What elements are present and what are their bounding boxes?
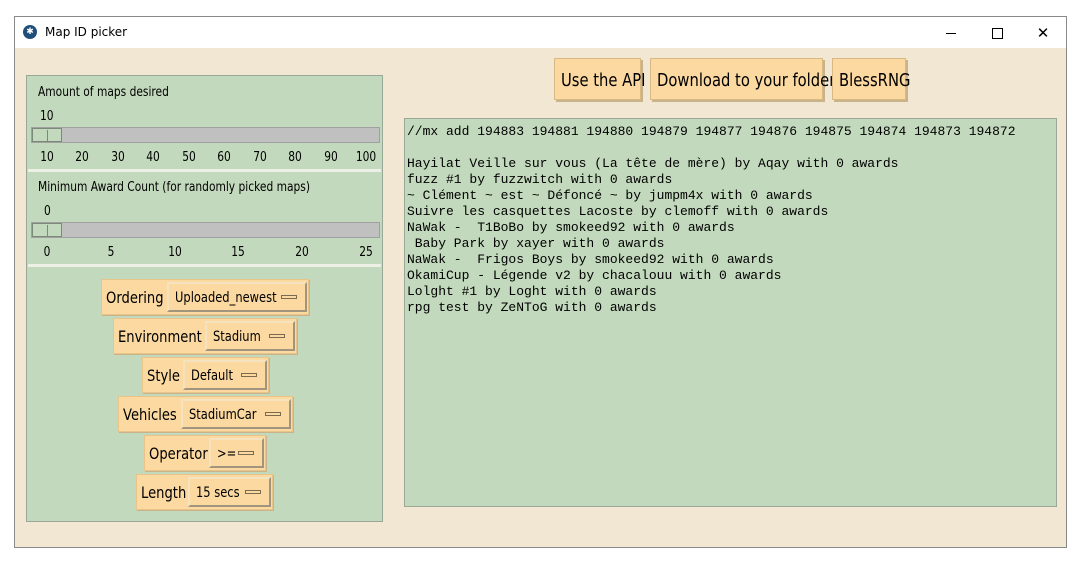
maximize-icon <box>991 28 1003 39</box>
output-line: Hayilat Veille sur vous (La tête de mère… <box>407 156 899 171</box>
maps-slider-ticks: 10 20 30 40 50 60 70 80 90 100 <box>28 150 381 166</box>
download-label: Download to your folder <box>657 70 836 91</box>
maps-slider-tick-label: 80 <box>288 150 302 165</box>
output-line: NaWak - Frigos Boys by smokeed92 with 0 … <box>407 252 774 267</box>
output-line: Suivre les casquettes Lacoste by clemoff… <box>407 204 829 219</box>
maps-slider-tick-label: 70 <box>252 150 267 165</box>
dropdown-indicator-icon <box>269 334 285 338</box>
maps-slider-box: Amount of maps desired 10 10 20 30 40 50 60 70… <box>28 77 381 172</box>
awards-slider-tick-label: 10 <box>167 245 182 260</box>
maps-slider-tick-label: 60 <box>217 150 232 165</box>
minimize-button[interactable] <box>928 17 974 48</box>
maps-slider-tick-label: 20 <box>75 150 90 165</box>
use-api-button[interactable]: Use the API <box>554 58 646 100</box>
awards-slider-tick-label: 25 <box>359 245 373 260</box>
awards-slider-label: Minimum Award Count (for randomly picked… <box>38 180 310 195</box>
output-line: rpg test by ZeNToG with 0 awards <box>407 300 657 315</box>
environment-label: Environment <box>118 327 202 346</box>
ordering-menu[interactable]: Uploaded_newest <box>167 282 307 312</box>
environment-menu[interactable]: Stadium <box>205 321 295 351</box>
awards-slider-value: 0 <box>44 204 51 219</box>
window-title: Map ID picker <box>45 25 128 39</box>
output-line: Baby Park by xayer with 0 awards <box>407 236 665 251</box>
output-textarea[interactable]: //mx add 194883 194881 194880 194879 194… <box>404 118 1057 507</box>
download-button[interactable]: Download to your folder <box>650 58 835 100</box>
dropdown-indicator-icon <box>238 451 254 455</box>
close-icon: ✕ <box>1036 24 1050 42</box>
output-line: OkamiCup - Légende v2 by chacalouu with … <box>407 268 782 283</box>
operator-value: >= <box>217 446 237 462</box>
maps-slider-tick-label: 90 <box>323 150 338 165</box>
options-panel: Amount of maps desired 10 10 20 30 40 50 60 70… <box>26 75 383 522</box>
length-value: 15 secs <box>196 485 240 501</box>
vehicles-label: Vehicles <box>123 405 177 424</box>
maps-slider-tick-label: 40 <box>146 150 161 165</box>
awards-slider-tick-label: 15 <box>231 245 246 260</box>
environment-row: Environment Stadium <box>113 318 297 354</box>
length-menu[interactable]: 15 secs <box>188 477 271 507</box>
awards-slider-tick-label: 20 <box>295 245 309 260</box>
maps-slider-tick-label: 30 <box>111 150 125 165</box>
bless-rng-button[interactable]: BlessRNG <box>832 58 910 100</box>
environment-value: Stadium <box>213 329 261 345</box>
awards-slider-tick-label: 5 <box>107 245 115 260</box>
style-menu[interactable]: Default <box>183 360 267 390</box>
app-icon: ✱ <box>23 25 37 39</box>
maps-slider-thumb[interactable] <box>32 128 62 142</box>
maps-slider-tick-label: 10 <box>40 150 54 165</box>
maps-slider-value: 10 <box>40 109 54 124</box>
length-label: Length <box>141 483 187 502</box>
title-bar[interactable]: ✱ Map ID picker ✕ <box>15 17 1066 48</box>
length-row: Length 15 secs <box>136 474 273 510</box>
maps-slider-label: Amount of maps desired <box>38 85 169 100</box>
style-value: Default <box>191 368 233 384</box>
awards-slider-box: Minimum Award Count (for randomly picked… <box>28 172 381 267</box>
ordering-label: Ordering <box>106 288 164 307</box>
operator-menu[interactable]: >= <box>209 438 264 468</box>
vehicles-menu[interactable]: StadiumCar <box>181 399 291 429</box>
ordering-row: Ordering Uploaded_newest <box>101 279 309 315</box>
operator-label: Operator <box>149 444 208 463</box>
output-line: Lolght #1 by Loght with 0 awards <box>407 284 657 299</box>
ordering-value: Uploaded_newest <box>175 290 277 306</box>
maps-slider-trough[interactable] <box>31 127 380 143</box>
output-line: fuzz #1 by fuzzwitch with 0 awards <box>407 172 673 187</box>
vehicles-row: Vehicles StadiumCar <box>118 396 293 432</box>
awards-slider-ticks: 0 5 10 15 20 25 <box>28 245 381 261</box>
output-command-line: //mx add 194883 194881 194880 194879 194… <box>407 124 1016 139</box>
maps-slider-tick-label: 100 <box>355 150 377 165</box>
bless-rng-label: BlessRNG <box>839 70 911 91</box>
awards-slider-tick-label: 0 <box>43 245 51 260</box>
awards-slider-thumb[interactable] <box>32 223 62 237</box>
maximize-button[interactable] <box>974 17 1020 48</box>
vehicles-value: StadiumCar <box>189 407 257 423</box>
style-row: Style Default <box>142 357 269 393</box>
operator-row: Operator >= <box>144 435 266 471</box>
dropdown-indicator-icon <box>281 295 297 299</box>
close-button[interactable]: ✕ <box>1020 17 1066 48</box>
dropdown-indicator-icon <box>245 490 261 494</box>
dropdown-indicator-icon <box>265 412 281 416</box>
output-line: ~ Clément ~ est ~ Défoncé ~ by jumpm4x w… <box>407 188 813 203</box>
maps-slider-tick-label: 50 <box>181 150 196 165</box>
awards-slider-trough[interactable] <box>31 222 380 238</box>
app-window: ✱ Map ID picker ✕ Amount of maps desired… <box>14 16 1067 548</box>
dropdown-indicator-icon <box>241 373 257 377</box>
output-line: NaWak - T1BoBo by smokeed92 with 0 award… <box>407 220 735 235</box>
minimize-icon <box>946 33 956 34</box>
use-api-label: Use the API <box>561 70 646 91</box>
style-label: Style <box>147 366 180 385</box>
